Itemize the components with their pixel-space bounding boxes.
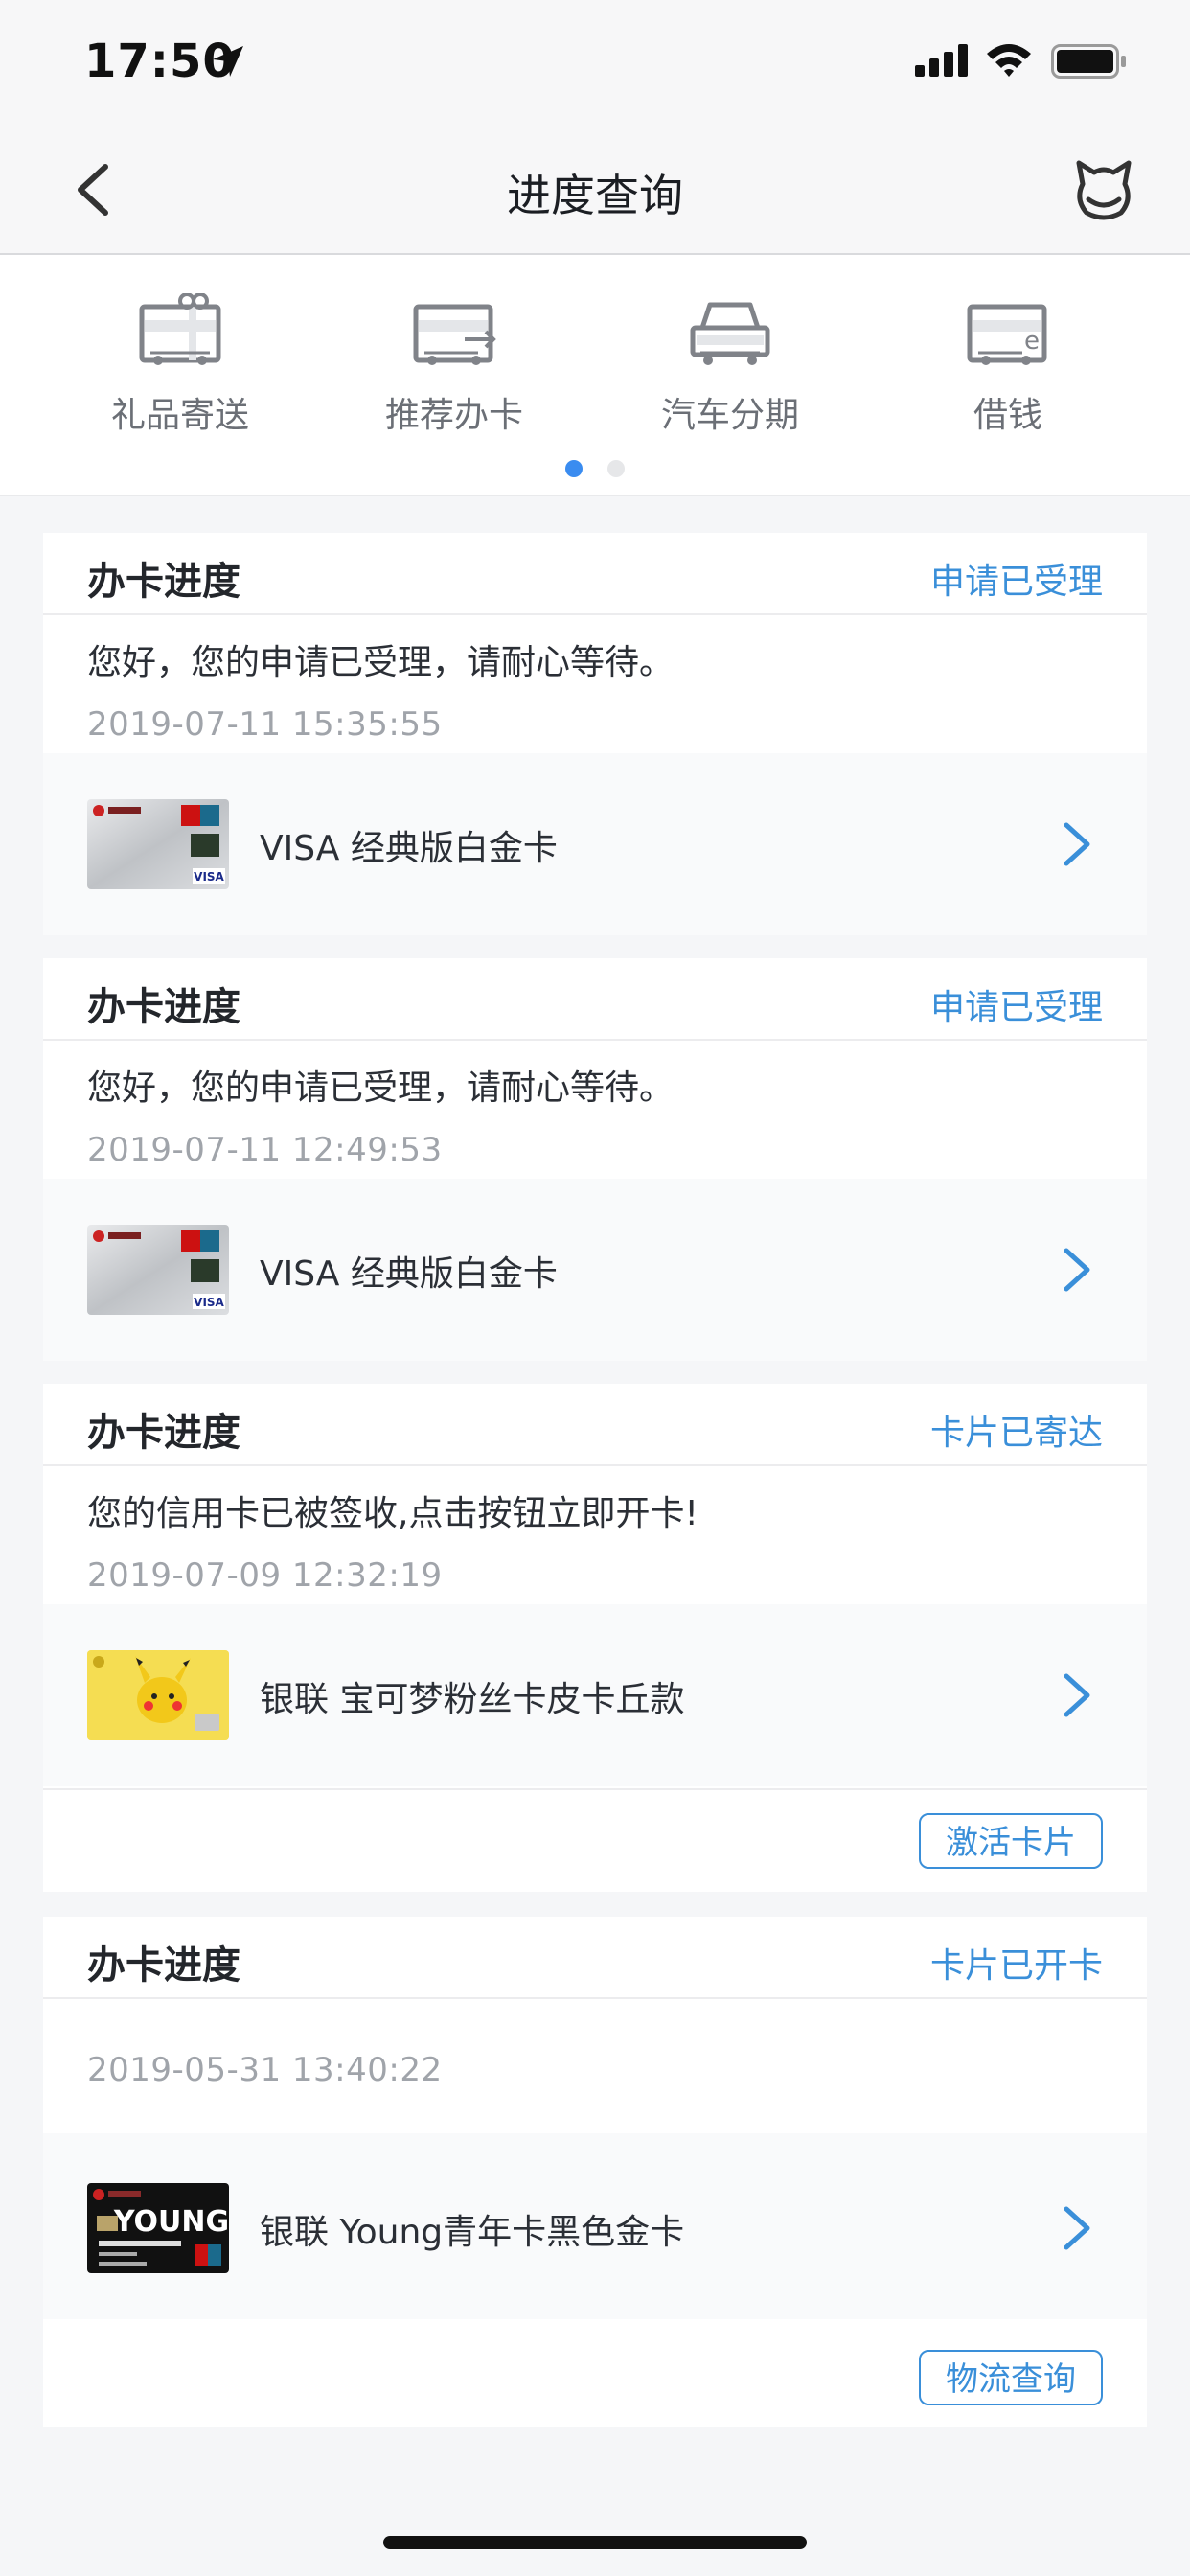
quick-menu-label: 推荐办卡 xyxy=(384,396,523,435)
card-message: 您好，您的申请已受理，请耐心等待。 xyxy=(87,643,675,682)
car-icon xyxy=(690,302,770,365)
svg-text:VISA: VISA xyxy=(194,870,224,884)
card-title: 办卡进度 xyxy=(87,1944,240,1988)
card-time: 2019-05-31 13:40:22 xyxy=(87,2051,443,2089)
card-thumbnail: VISA xyxy=(87,799,229,889)
svg-text:e: e xyxy=(1024,327,1040,356)
card-thumbnail xyxy=(87,1650,229,1740)
card-message: 您的信用卡已被签收,点击按钮立即开卡! xyxy=(87,1494,698,1533)
product-name: VISA 经典版白金卡 xyxy=(260,829,558,868)
page-dot[interactable] xyxy=(607,460,625,477)
status-bar: 17:50 xyxy=(0,0,1190,126)
card-thumbnail: YOUNG xyxy=(87,2183,229,2273)
product-name: VISA 经典版白金卡 xyxy=(260,1254,558,1294)
product-name: 银联 宝可梦粉丝卡皮卡丘款 xyxy=(260,1680,685,1719)
divider xyxy=(43,1788,1147,1790)
activate-card-button[interactable]: 激活卡片 xyxy=(919,1813,1103,1869)
progress-card: 办卡进度 卡片已开卡 2019-05-31 13:40:22 YOUNG 银联 … xyxy=(43,1917,1147,2426)
product-row[interactable]: 银联 宝可梦粉丝卡皮卡丘款 xyxy=(43,1604,1147,1786)
svg-text:VISA: VISA xyxy=(194,1296,224,1309)
progress-card: 办卡进度 申请已受理 您好，您的申请已受理，请耐心等待。 2019-07-11 … xyxy=(43,533,1147,935)
young-card-text: YOUNG xyxy=(113,2205,229,2239)
product-name: 银联 Young青年卡黑色金卡 xyxy=(260,2213,685,2252)
card-time: 2019-07-11 12:49:53 xyxy=(87,1131,443,1169)
quick-menu-gift[interactable]: 礼品寄送 xyxy=(94,293,266,437)
battery-icon xyxy=(1051,44,1128,82)
chevron-right-icon xyxy=(1061,820,1093,868)
card-header: 办卡进度 卡片已寄达 xyxy=(43,1384,1147,1466)
location-arrow-icon xyxy=(211,44,245,82)
nav-bar: 进度查询 xyxy=(0,126,1190,255)
card-header: 办卡进度 申请已受理 xyxy=(43,958,1147,1041)
card-title: 办卡进度 xyxy=(87,1411,240,1455)
status-label: 卡片已寄达 xyxy=(929,1414,1103,1453)
card-header: 办卡进度 申请已受理 xyxy=(43,533,1147,615)
customer-service-icon[interactable] xyxy=(1069,155,1138,224)
quick-menu: 礼品寄送 推荐办卡 汽车分期 e 借钱 xyxy=(0,255,1190,496)
quick-menu-label: 礼品寄送 xyxy=(110,396,249,435)
page-dot-active[interactable] xyxy=(565,460,583,477)
product-row[interactable]: VISA VISA 经典版白金卡 xyxy=(43,753,1147,935)
quick-menu-label: 借钱 xyxy=(973,396,1042,435)
status-label: 申请已受理 xyxy=(929,988,1103,1027)
card-time: 2019-07-09 12:32:19 xyxy=(87,1556,443,1595)
product-row[interactable]: YOUNG 银联 Young青年卡黑色金卡 xyxy=(43,2133,1147,2319)
card-header: 办卡进度 卡片已开卡 xyxy=(43,1917,1147,1999)
page-title: 进度查询 xyxy=(507,170,683,221)
recommend-card-icon xyxy=(413,304,496,365)
quick-menu-label: 汽车分期 xyxy=(660,396,799,435)
gift-icon xyxy=(139,293,221,365)
chevron-right-icon xyxy=(1061,2204,1093,2252)
quick-menu-loan[interactable]: e 借钱 xyxy=(922,293,1094,437)
progress-card: 办卡进度 申请已受理 您好，您的申请已受理，请耐心等待。 2019-07-11 … xyxy=(43,958,1147,1361)
loan-icon: e xyxy=(967,304,1047,365)
logistics-query-button[interactable]: 物流查询 xyxy=(919,2350,1103,2405)
wifi-icon xyxy=(985,40,1033,82)
card-thumbnail: VISA xyxy=(87,1225,229,1315)
progress-card: 办卡进度 卡片已寄达 您的信用卡已被签收,点击按钮立即开卡! 2019-07-0… xyxy=(43,1384,1147,1892)
product-row[interactable]: VISA VISA 经典版白金卡 xyxy=(43,1179,1147,1361)
signal-icon xyxy=(915,44,969,80)
status-label: 卡片已开卡 xyxy=(929,1946,1103,1986)
quick-menu-recommend[interactable]: 推荐办卡 xyxy=(368,293,540,437)
home-indicator[interactable] xyxy=(383,2536,807,2549)
page-indicator xyxy=(0,460,1190,481)
card-title: 办卡进度 xyxy=(87,560,240,604)
card-title: 办卡进度 xyxy=(87,985,240,1029)
card-time: 2019-07-11 15:35:55 xyxy=(87,705,443,744)
chevron-right-icon xyxy=(1061,1671,1093,1719)
card-message: 您好，您的申请已受理，请耐心等待。 xyxy=(87,1069,675,1108)
quick-menu-car[interactable]: 汽车分期 xyxy=(644,293,816,437)
status-label: 申请已受理 xyxy=(929,563,1103,602)
chevron-right-icon xyxy=(1061,1246,1093,1294)
